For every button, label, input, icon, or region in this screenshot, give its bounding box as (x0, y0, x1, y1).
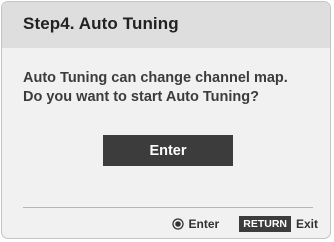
footer-hints: Enter RETURN Exit (171, 215, 318, 233)
enter-hint-label: Enter (188, 217, 220, 231)
message-line-1: Auto Tuning can change channel map. (23, 70, 288, 86)
dialog-title: Step4. Auto Tuning (23, 14, 179, 33)
auto-tuning-dialog: Step4. Auto Tuning Auto Tuning can chang… (1, 1, 331, 239)
dialog-message: Auto Tuning can change channel map. Do y… (23, 69, 323, 107)
exit-hint-label: Exit (295, 217, 318, 231)
footer-divider (23, 207, 313, 208)
message-line-2: Do you want to start Auto Tuning? (23, 89, 259, 105)
dialog-title-bar: Step4. Auto Tuning (2, 2, 330, 48)
enter-button-label: Enter (149, 142, 187, 159)
ok-circle-icon (171, 218, 184, 230)
return-key-badge: RETURN (239, 216, 291, 232)
enter-button[interactable]: Enter (103, 135, 233, 166)
